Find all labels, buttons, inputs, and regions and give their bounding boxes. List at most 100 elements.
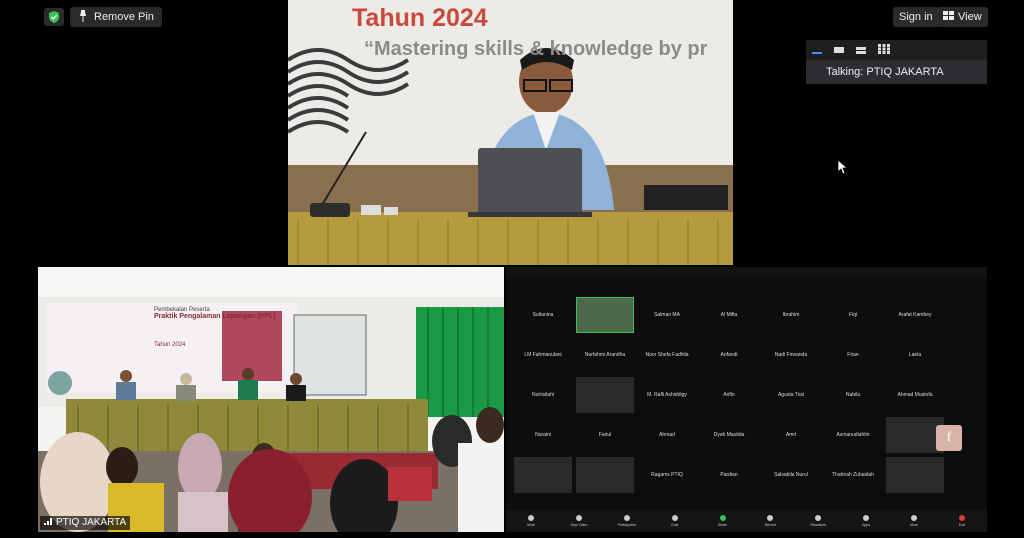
facebook-icon[interactable]: f (936, 425, 962, 451)
gallery-tile[interactable]: Ahmad Mustofa (886, 377, 944, 413)
toolbar-label: Reactions (810, 523, 827, 527)
gallery-tile[interactable]: Amri (762, 417, 820, 453)
toolbar-label: Share (717, 523, 728, 527)
encryption-shield-icon[interactable] (44, 8, 64, 26)
gallery-tile[interactable] (576, 457, 634, 493)
gallery-layout-icon[interactable] (878, 41, 890, 59)
signal-icon (44, 516, 52, 530)
toolbar-icon (719, 515, 726, 521)
gallery-screenshare-video[interactable]: Sultanina Salman MA Al Mifta Ibrahim Fiqi Ara… (506, 267, 987, 532)
gallery-tile[interactable]: Laela (886, 337, 944, 373)
pinned-speaker-video[interactable]: Tahun 2024 “Mastering skills & knowledge… (288, 0, 733, 265)
room-banner-line: Praktik Pengalaman Lapangan (PPL) (154, 313, 276, 320)
cursor-icon (837, 159, 849, 180)
gallery-tile[interactable]: Thahirah Zubaidah (824, 457, 882, 493)
toolbar-button[interactable]: Mute (520, 513, 542, 529)
gallery-tile-name: Noor Shofa Fadhila (645, 352, 689, 358)
gallery-tile-name: Asmanudiahtin (836, 432, 870, 438)
sign-in-button[interactable]: Sign in (893, 7, 939, 27)
gallery-tile-name: Laela (908, 352, 922, 358)
gallery-tile-name: Arifandi (720, 352, 738, 358)
room-video[interactable]: Pembekalan Peserta Praktik Pengalaman La… (38, 267, 504, 532)
banner-title: Tahun 2024 (352, 4, 488, 32)
gallery-tile[interactable]: M. Rafli Ashiddigy (638, 377, 696, 413)
gallery-tile-name: Dyah Maulida (713, 432, 745, 438)
gallery-tile[interactable]: Noor Shofa Fadhila (638, 337, 696, 373)
room-banner-text: Pembekalan Peserta Praktik Pengalaman La… (154, 307, 294, 348)
gallery-tile-name: Nadi Firwanda (774, 352, 808, 358)
gallery-tile[interactable]: Fiqi (824, 297, 882, 333)
gallery-tile[interactable]: LM Fahmanulani (514, 337, 572, 373)
gallery-tile-name: Ragams PTIQ (651, 472, 683, 478)
gallery-tile[interactable]: Asmanudiahtin (824, 417, 882, 453)
gallery-tile[interactable] (514, 457, 572, 493)
gallery-tile-name: Nurfahmi Arandha (584, 352, 626, 358)
gallery-tile[interactable]: Nadi Firwanda (762, 337, 820, 373)
gallery-tile[interactable]: Nuraini (514, 417, 572, 453)
toolbar-button[interactable]: Record (759, 513, 781, 529)
layout-switcher[interactable] (806, 40, 987, 60)
gallery-tile[interactable]: Arifin (700, 377, 758, 413)
toolbar-button[interactable]: Share (712, 513, 734, 529)
toolbar-label: Apps (862, 523, 871, 527)
toolbar-label: Chat (670, 523, 679, 527)
gallery-tile[interactable]: Ahmad (638, 417, 696, 453)
gallery-tile[interactable]: Arafat Kambey (886, 297, 944, 333)
gallery-tile-name: Thahirah Zubaidah (832, 472, 874, 478)
gallery-tile-name: LM Fahmanulani (524, 352, 562, 358)
gallery-tile[interactable]: Agusta Trisi (762, 377, 820, 413)
strip-layout-icon[interactable] (834, 47, 844, 53)
speaker-layout-icon[interactable] (812, 52, 822, 54)
toolbar-icon (911, 515, 917, 521)
gallery-tile[interactable]: Arifandi (700, 337, 758, 373)
gallery-tile[interactable]: Al Mifta (700, 297, 758, 333)
gallery-tile[interactable]: Nutrisilahi (514, 377, 572, 413)
gallery-tile[interactable]: Frian (824, 337, 882, 373)
toolbar-label: Record (764, 523, 777, 527)
toolbar-icon (623, 515, 630, 521)
view-button[interactable]: View (937, 7, 988, 27)
gallery-tile[interactable]: Ibrahim (762, 297, 820, 333)
stack-layout-icon[interactable] (856, 46, 866, 54)
toolbar-icon (863, 515, 870, 521)
gallery-tile-name: Pardian (720, 472, 738, 478)
gallery-tile-name: Nutrisilahi (532, 392, 554, 398)
gallery-tile[interactable]: Salsabila Nurul (762, 457, 820, 493)
gallery-tile-name: Al Mifta (720, 312, 738, 318)
toolbar-button[interactable]: Participants (616, 513, 638, 529)
gallery-tile-name: Fairul (598, 432, 612, 438)
toolbar-button[interactable]: Stop Video (568, 513, 590, 529)
gallery-tile[interactable] (576, 297, 634, 333)
gallery-tile[interactable]: Dyah Maulida (700, 417, 758, 453)
toolbar-label: Participants (617, 523, 636, 527)
remove-pin-button[interactable]: Remove Pin (70, 7, 162, 27)
gallery-tile-name: Amri (785, 432, 797, 438)
toolbar-button[interactable]: More (903, 513, 925, 529)
toolbar-button[interactable]: End (951, 513, 973, 529)
toolbar-button[interactable]: Reactions (807, 513, 829, 529)
view-label: View (958, 11, 982, 23)
gallery-tile-name: Salman MA (654, 312, 680, 318)
gallery-tile-name: Salsabila Nurul (774, 472, 808, 478)
gallery-tile-name: Ibrahim (782, 312, 800, 318)
grid-icon (943, 11, 954, 23)
gallery-tile[interactable]: Pardian (700, 457, 758, 493)
gallery-tile[interactable] (576, 377, 634, 413)
toolbar-button[interactable]: Apps (855, 513, 877, 529)
gallery-tile[interactable] (886, 457, 944, 493)
toolbar-label: More (910, 523, 918, 527)
gallery-tile[interactable]: Sultanina (514, 297, 572, 333)
gallery-tile-name: Sultanina (532, 312, 554, 318)
toolbar-icon (671, 515, 678, 521)
gallery-tile-name: Arifin (723, 392, 735, 398)
gallery-tile[interactable]: Nurfahmi Arandha (576, 337, 634, 373)
gallery-tile[interactable]: Fairul (576, 417, 634, 453)
toolbar-button[interactable]: Chat (664, 513, 686, 529)
gallery-tile[interactable]: Salman MA (638, 297, 696, 333)
gallery-tile-name: Frian (847, 352, 859, 358)
gallery-tile[interactable]: Ragams PTIQ (638, 457, 696, 493)
talking-indicator: Talking: PTIQ JAKARTA (806, 60, 987, 84)
gallery-tile[interactable]: Nabila (824, 377, 882, 413)
gallery-tile-name: Agusta Trisi (777, 392, 805, 398)
banner-subtitle: “Mastering skills & knowledge by pr (364, 38, 708, 60)
